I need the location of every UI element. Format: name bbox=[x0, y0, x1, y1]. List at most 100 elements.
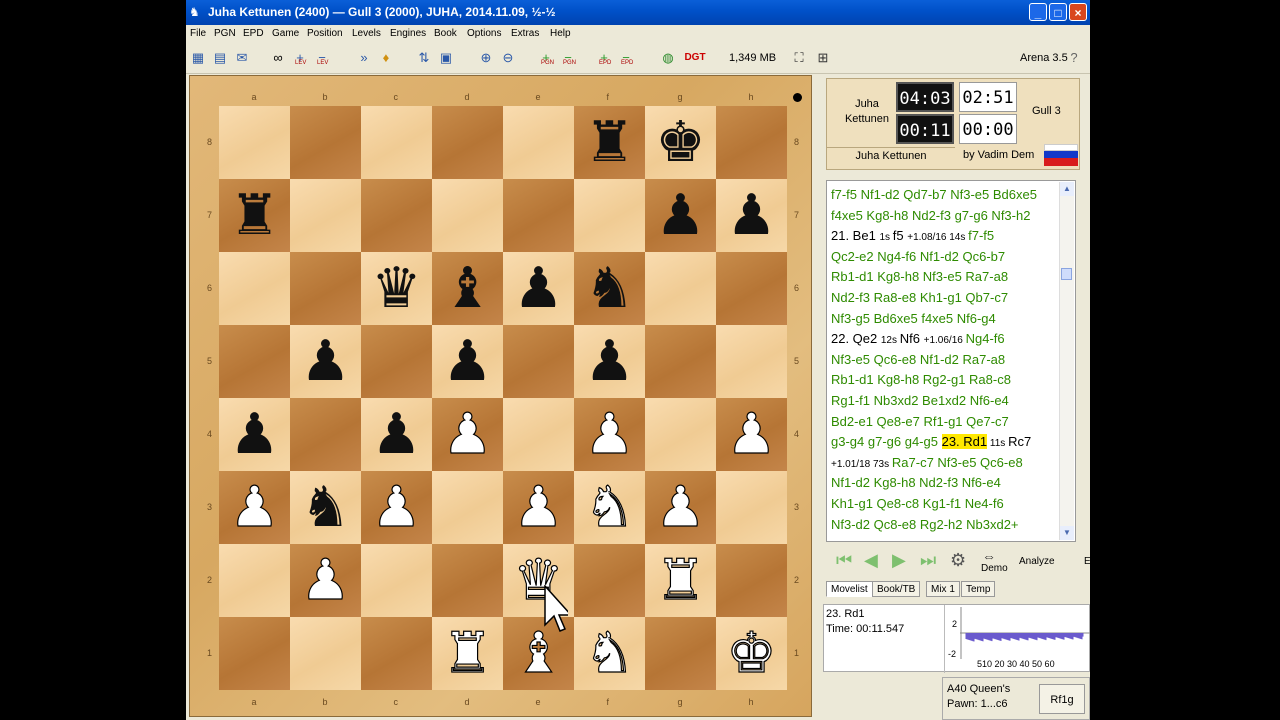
move-list-line[interactable]: Bd2-e1 Qe8-e7 Rf1-g1 Qe7-c7 bbox=[831, 412, 1009, 432]
black-pawn-icon[interactable]: ♟ bbox=[432, 325, 503, 398]
square-a5[interactable] bbox=[219, 325, 290, 398]
square-e8[interactable] bbox=[503, 106, 574, 179]
menu-help[interactable]: Help bbox=[550, 28, 571, 39]
move-list-line[interactable]: +1.01/18 73s Ra7-c7 Nf3-e5 Qc6-e8 bbox=[831, 453, 1023, 473]
square-e6[interactable]: ♟ bbox=[503, 252, 574, 325]
maximize-button[interactable]: □ bbox=[1049, 3, 1067, 21]
title-bar[interactable]: ♞ Juha Kettunen (2400) — Gull 3 (2000), … bbox=[186, 0, 1090, 25]
square-f7[interactable] bbox=[574, 179, 645, 252]
menu-extras[interactable]: Extras bbox=[511, 28, 539, 39]
first-move-icon[interactable]: ⏮ bbox=[836, 550, 852, 571]
white-pawn-icon[interactable]: ♟ bbox=[645, 471, 716, 544]
square-b5[interactable]: ♟ bbox=[290, 325, 361, 398]
square-g2[interactable]: ♜ bbox=[645, 544, 716, 617]
square-g4[interactable] bbox=[645, 398, 716, 471]
settings-gear-icon[interactable]: ⚙ bbox=[950, 550, 966, 571]
black-pawn-icon[interactable]: ♟ bbox=[219, 398, 290, 471]
black-king-icon[interactable]: ♚ bbox=[645, 106, 716, 179]
square-a2[interactable] bbox=[219, 544, 290, 617]
black-knight-icon[interactable]: ♞ bbox=[290, 471, 361, 544]
square-c7[interactable] bbox=[361, 179, 432, 252]
move-list-scrollbar[interactable]: ▲ ▼ bbox=[1059, 182, 1074, 540]
square-a4[interactable]: ♟ bbox=[219, 398, 290, 471]
square-d6[interactable]: ♝ bbox=[432, 252, 503, 325]
square-b2[interactable]: ♟ bbox=[290, 544, 361, 617]
square-c4[interactable]: ♟ bbox=[361, 398, 432, 471]
engine-icon[interactable]: ♦ bbox=[376, 48, 396, 68]
white-rook-icon[interactable]: ♜ bbox=[432, 617, 503, 690]
square-b8[interactable] bbox=[290, 106, 361, 179]
menu-file[interactable]: File bbox=[190, 28, 206, 39]
move-list-line[interactable]: Nf3-d2 Qc8-e8 Rg2-h2 Nb3xd2+ bbox=[831, 515, 1019, 535]
square-g8[interactable]: ♚ bbox=[645, 106, 716, 179]
analyze-button[interactable]: Analyze bbox=[1019, 556, 1055, 567]
square-b6[interactable] bbox=[290, 252, 361, 325]
menu-options[interactable]: Options bbox=[467, 28, 501, 39]
square-h5[interactable] bbox=[716, 325, 787, 398]
menu-epd[interactable]: EPD bbox=[243, 28, 264, 39]
white-pawn-icon[interactable]: ♟ bbox=[574, 398, 645, 471]
square-h7[interactable]: ♟ bbox=[716, 179, 787, 252]
move-list-line[interactable]: Rb1-d1 Kg8-h8 Rg2-g1 Ra8-c8 bbox=[831, 370, 1011, 390]
move-list-line[interactable]: Nf1-d2 Kg8-h8 Nd2-f3 Nf6-e4 bbox=[831, 473, 1001, 493]
square-f4[interactable]: ♟ bbox=[574, 398, 645, 471]
close-button[interactable]: × bbox=[1069, 3, 1087, 21]
square-g3[interactable]: ♟ bbox=[645, 471, 716, 544]
square-b3[interactable]: ♞ bbox=[290, 471, 361, 544]
minimize-button[interactable]: _ bbox=[1029, 3, 1047, 21]
layout-icon[interactable]: ⊞ bbox=[813, 48, 833, 68]
square-d1[interactable]: ♜ bbox=[432, 617, 503, 690]
tab-movelist[interactable]: Movelist bbox=[826, 581, 873, 597]
black-pawn-icon[interactable]: ♟ bbox=[361, 398, 432, 471]
globe-icon[interactable]: ◍ bbox=[658, 48, 678, 68]
square-a1[interactable] bbox=[219, 617, 290, 690]
square-a6[interactable] bbox=[219, 252, 290, 325]
square-b4[interactable] bbox=[290, 398, 361, 471]
next-move-icon[interactable]: ▶ bbox=[892, 550, 906, 571]
move-list-line[interactable]: Qc2-e2 Ng4-f6 Nf1-d2 Qc6-b7 bbox=[831, 247, 1005, 267]
last-move-icon[interactable]: ⏭ bbox=[920, 550, 936, 571]
square-g5[interactable] bbox=[645, 325, 716, 398]
black-pawn-icon[interactable]: ♟ bbox=[716, 179, 787, 252]
move-list-line[interactable]: Rg1-f1 Nb3xd2 Be1xd2 Nf6-e4 bbox=[831, 391, 1009, 411]
square-b7[interactable] bbox=[290, 179, 361, 252]
infinite-icon[interactable]: ∞ bbox=[268, 48, 288, 68]
square-e7[interactable] bbox=[503, 179, 574, 252]
square-g1[interactable] bbox=[645, 617, 716, 690]
white-pawn-icon[interactable]: ♟ bbox=[432, 398, 503, 471]
move-list[interactable]: f7-f5 Nf1-d2 Qd7-b7 Nf3-e5 Bd6xe5 f4xe5 K… bbox=[826, 180, 1076, 542]
white-pawn-icon[interactable]: ♟ bbox=[361, 471, 432, 544]
move-list-line[interactable]: Nf3-e5 Qc6-e8 Nf1-d2 Ra7-a8 bbox=[831, 350, 1005, 370]
new-board-icon[interactable]: ▦ bbox=[188, 48, 208, 68]
square-a8[interactable] bbox=[219, 106, 290, 179]
square-d7[interactable] bbox=[432, 179, 503, 252]
tab-mix-1[interactable]: Mix 1 bbox=[926, 581, 960, 597]
menu-game[interactable]: Game bbox=[272, 28, 299, 39]
zoom-out-icon[interactable]: ⊖ bbox=[498, 48, 518, 68]
tab-temp[interactable]: Temp bbox=[961, 581, 996, 597]
square-c1[interactable] bbox=[361, 617, 432, 690]
square-d3[interactable] bbox=[432, 471, 503, 544]
black-rook-icon[interactable]: ♜ bbox=[219, 179, 290, 252]
square-g6[interactable] bbox=[645, 252, 716, 325]
square-c2[interactable] bbox=[361, 544, 432, 617]
zoom-in-icon[interactable]: ⊕ bbox=[476, 48, 496, 68]
square-d2[interactable] bbox=[432, 544, 503, 617]
black-pawn-icon[interactable]: ♟ bbox=[290, 325, 361, 398]
move-list-line[interactable]: f7-f5 Nf1-d2 Qd7-b7 Nf3-e5 Bd6xe5 bbox=[831, 185, 1037, 205]
square-d4[interactable]: ♟ bbox=[432, 398, 503, 471]
square-f8[interactable]: ♜ bbox=[574, 106, 645, 179]
open-folder-icon[interactable]: ▤ bbox=[210, 48, 230, 68]
square-b1[interactable] bbox=[290, 617, 361, 690]
scroll-up-icon[interactable]: ▲ bbox=[1060, 182, 1074, 196]
square-h4[interactable]: ♟ bbox=[716, 398, 787, 471]
demo-button[interactable]: Demo bbox=[981, 563, 1008, 574]
white-knight-icon[interactable]: ♞ bbox=[574, 471, 645, 544]
white-pawn-icon[interactable]: ♟ bbox=[503, 471, 574, 544]
dgt-icon[interactable]: DGT bbox=[682, 48, 708, 68]
square-f2[interactable] bbox=[574, 544, 645, 617]
black-pawn-icon[interactable]: ♟ bbox=[503, 252, 574, 325]
move-list-line[interactable]: Kh1-g1 Qe8-c8 Kg1-f1 Ne4-f6 bbox=[831, 494, 1004, 514]
move-list-line[interactable]: Nf3-g5 Bd6xe5 f4xe5 Nf6-g4 bbox=[831, 309, 996, 329]
save-icon[interactable]: ✉ bbox=[232, 48, 252, 68]
